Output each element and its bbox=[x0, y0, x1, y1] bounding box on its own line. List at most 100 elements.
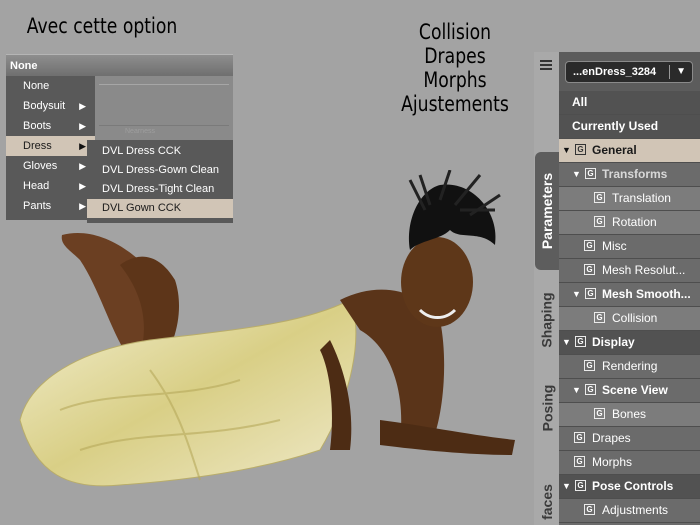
group-icon: G bbox=[585, 288, 596, 299]
group-icon: G bbox=[594, 216, 605, 227]
group-icon: G bbox=[594, 408, 605, 419]
caption-collision: Collision bbox=[418, 20, 492, 44]
selector-separator bbox=[669, 65, 670, 79]
property-row-label: Drapes bbox=[592, 431, 631, 445]
group-icon: G bbox=[594, 312, 605, 323]
chevron-down-icon: ▼ bbox=[676, 66, 686, 77]
property-row-label: Translation bbox=[612, 191, 671, 205]
property-row-label: Currently Used bbox=[572, 119, 659, 133]
group-icon: G bbox=[584, 264, 595, 275]
property-row-display[interactable]: ▼ G Display bbox=[559, 331, 700, 355]
tab-posing[interactable]: Posing bbox=[535, 368, 559, 448]
group-icon: G bbox=[575, 144, 586, 155]
figure-render bbox=[19, 170, 515, 487]
property-row-misc[interactable]: G Misc bbox=[559, 235, 700, 259]
property-row-label: Scene View bbox=[602, 383, 668, 397]
submenu-arrow-icon: ▶ bbox=[79, 121, 86, 131]
property-row-mesh-resolut[interactable]: G Mesh Resolut... bbox=[559, 259, 700, 283]
property-row-label: Mesh Smooth... bbox=[602, 287, 691, 301]
property-row-rendering[interactable]: G Rendering bbox=[559, 355, 700, 379]
menu-backdrop-watermark: Nearness bbox=[125, 128, 155, 135]
group-icon: G bbox=[584, 360, 595, 371]
property-row-collision[interactable]: G Collision bbox=[559, 307, 700, 331]
property-row-morphs[interactable]: G Morphs bbox=[559, 451, 700, 475]
property-row-mesh-smooth[interactable]: ▼ G Mesh Smooth... bbox=[559, 283, 700, 307]
menu-item-gloves[interactable]: Gloves ▶ bbox=[6, 156, 95, 176]
figure-selector-header[interactable]: None bbox=[6, 54, 233, 76]
property-row-adjustments[interactable]: G Adjustments bbox=[559, 499, 700, 523]
panel-menu-icon[interactable] bbox=[537, 58, 555, 72]
menu-item-label: Pants bbox=[23, 200, 52, 212]
property-row-label: Mesh Resolut... bbox=[602, 263, 686, 277]
property-row-label: General bbox=[592, 143, 637, 157]
property-row-label: Adjustments bbox=[602, 503, 669, 517]
property-row-pose-controls[interactable]: ▼ G Pose Controls bbox=[559, 475, 700, 499]
group-icon: G bbox=[584, 240, 595, 251]
tab-label: faces bbox=[539, 483, 555, 520]
expand-triangle-icon[interactable]: ▼ bbox=[562, 139, 571, 162]
property-row-label: Rotation bbox=[612, 215, 657, 229]
group-icon: G bbox=[574, 456, 585, 467]
menu-item-label: None bbox=[23, 80, 50, 92]
property-row-scene-view[interactable]: ▼ G Scene View bbox=[559, 379, 700, 403]
tab-shaping[interactable]: Shaping bbox=[535, 282, 559, 358]
expand-triangle-icon[interactable]: ▼ bbox=[572, 163, 581, 186]
expand-triangle-icon[interactable]: ▼ bbox=[562, 331, 571, 354]
submenu-item-dvl-gown-cck[interactable]: DVL Gown CCK bbox=[87, 199, 233, 218]
caption-morphs: Morphs bbox=[423, 68, 487, 92]
property-row-all[interactable]: All bbox=[559, 91, 700, 115]
menu-backdrop-lines bbox=[99, 84, 229, 126]
node-selector-row: ...enDress_3284 ▼ bbox=[559, 52, 700, 91]
caption-properties-list: Collision Drapes Morphs Ajustements bbox=[385, 20, 524, 116]
menu-item-boots[interactable]: Boots ▶ bbox=[6, 116, 95, 136]
property-row-label: Morphs bbox=[592, 455, 633, 469]
group-icon: G bbox=[584, 504, 595, 515]
expand-triangle-icon[interactable]: ▼ bbox=[562, 475, 571, 498]
submenu-item-dvl-dress-cck[interactable]: DVL Dress CCK bbox=[87, 142, 233, 161]
property-row-general[interactable]: ▼ G General bbox=[559, 139, 700, 163]
group-icon: G bbox=[575, 480, 586, 491]
node-selector[interactable]: ...enDress_3284 ▼ bbox=[565, 61, 693, 83]
menu-item-none[interactable]: None bbox=[6, 76, 95, 96]
tab-label: Parameters bbox=[539, 172, 555, 250]
property-row-label: Misc bbox=[602, 239, 627, 253]
tab-faces[interactable]: faces bbox=[535, 478, 559, 525]
menu-item-label: Dress bbox=[23, 140, 52, 152]
property-row-drapes[interactable]: G Drapes bbox=[559, 427, 700, 451]
menu-item-pants[interactable]: Pants ▶ bbox=[6, 196, 95, 216]
property-row-label: Bones bbox=[612, 407, 647, 421]
submenu-arrow-icon: ▶ bbox=[79, 101, 86, 111]
property-row-label: Transforms bbox=[602, 167, 668, 181]
tab-label: Posing bbox=[539, 384, 556, 432]
menu-item-label: Head bbox=[23, 180, 50, 192]
caption-avec-cette-option: Avec cette option bbox=[26, 14, 178, 38]
property-row-label: All bbox=[572, 95, 588, 109]
group-icon: G bbox=[585, 384, 596, 395]
submenu-item-dvl-dress-gown-clean[interactable]: DVL Dress-Gown Clean bbox=[87, 161, 233, 180]
menu-item-label: Boots bbox=[23, 120, 52, 132]
expand-triangle-icon[interactable]: ▼ bbox=[572, 283, 581, 306]
node-selector-value: ...enDress_3284 bbox=[573, 66, 657, 78]
property-row-label: Display bbox=[592, 335, 635, 349]
property-row-currently-used[interactable]: Currently Used bbox=[559, 115, 700, 139]
parameters-panel: ...enDress_3284 ▼ All Currently Used ▼ G Gen… bbox=[559, 52, 700, 525]
property-row-label: Pose Controls bbox=[592, 479, 674, 493]
category-menu: None Bodysuit ▶ Boots ▶ Dress ▶ Gloves ▶ Hea… bbox=[6, 76, 95, 220]
property-row-label: Rendering bbox=[602, 359, 658, 373]
property-row-rotation[interactable]: G Rotation bbox=[559, 211, 700, 235]
tab-label: Shaping bbox=[539, 292, 556, 348]
property-row-translation[interactable]: G Translation bbox=[559, 187, 700, 211]
property-row-transforms[interactable]: ▼ G Transforms bbox=[559, 163, 700, 187]
submenu-arrow-icon: ▶ bbox=[79, 161, 86, 171]
menu-item-bodysuit[interactable]: Bodysuit ▶ bbox=[6, 96, 95, 116]
menu-item-head[interactable]: Head ▶ bbox=[6, 176, 95, 196]
group-icon: G bbox=[594, 192, 605, 203]
menu-item-dress[interactable]: Dress ▶ bbox=[6, 136, 95, 156]
menu-item-label: Bodysuit bbox=[23, 100, 66, 112]
property-row-bones[interactable]: G Bones bbox=[559, 403, 700, 427]
expand-triangle-icon[interactable]: ▼ bbox=[572, 379, 581, 402]
submenu-arrow-icon: ▶ bbox=[79, 181, 86, 191]
tab-parameters[interactable]: Parameters bbox=[535, 152, 559, 270]
submenu-item-dvl-dress-tight-clean[interactable]: DVL Dress-Tight Clean bbox=[87, 180, 233, 199]
menu-item-label: Gloves bbox=[23, 160, 58, 172]
